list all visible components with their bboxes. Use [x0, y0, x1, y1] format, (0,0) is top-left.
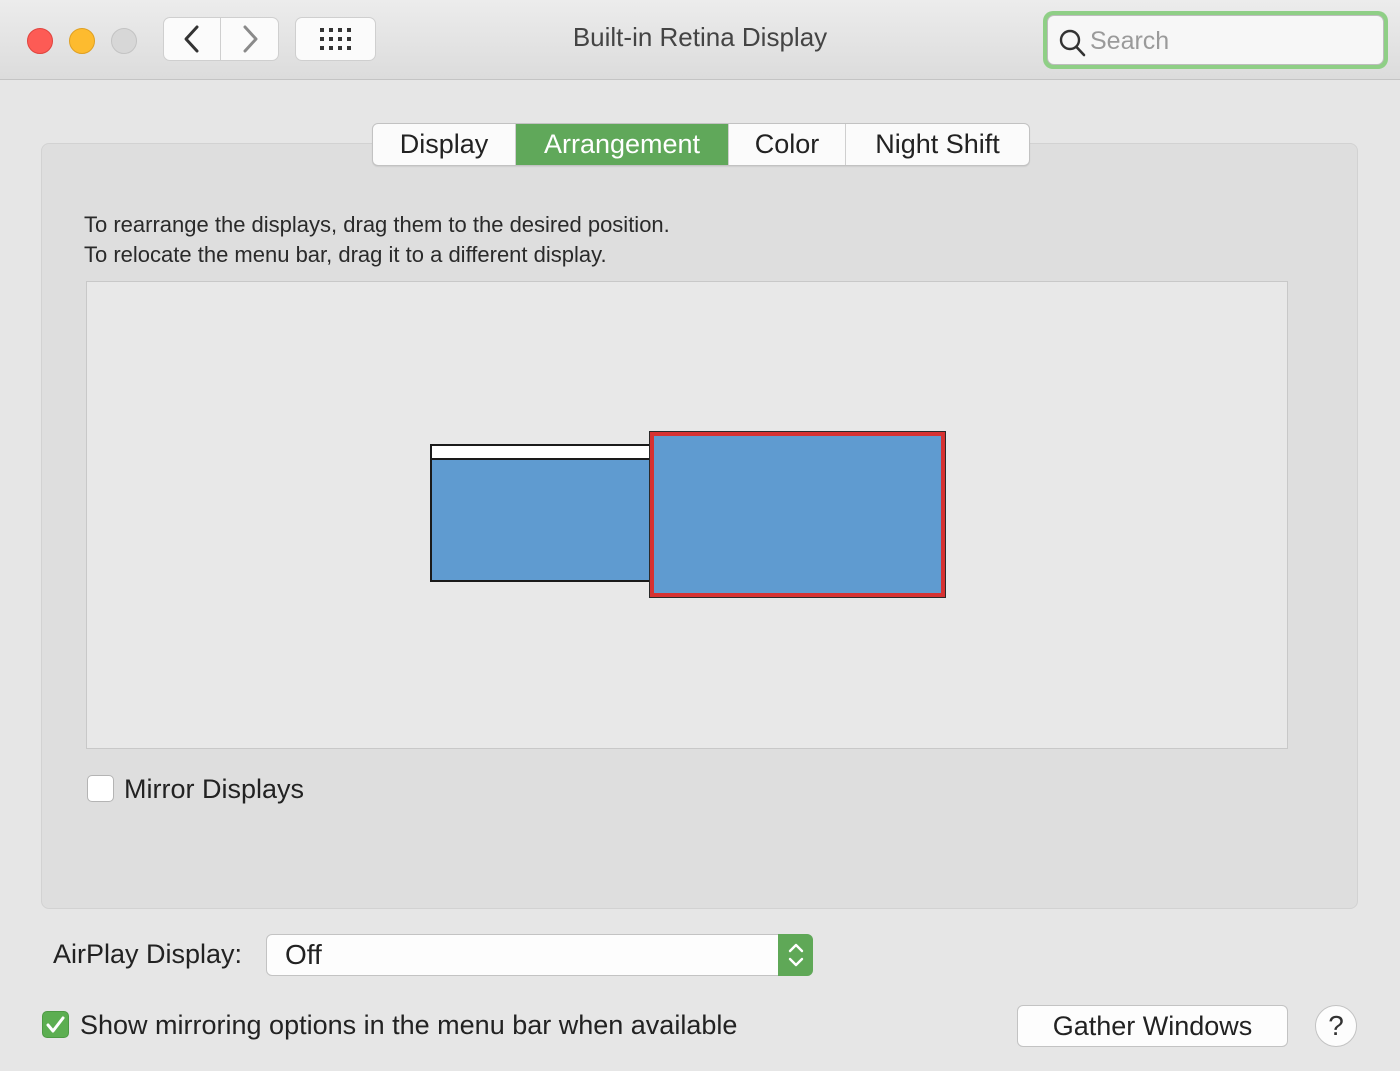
title-bar: Built-in Retina Display — [0, 0, 1400, 80]
checkmark-icon — [46, 1016, 65, 1033]
airplay-display-label: AirPlay Display: — [53, 939, 243, 969]
help-button[interactable]: ? — [1315, 1005, 1357, 1047]
display-left[interactable] — [430, 444, 651, 582]
select-stepper — [778, 934, 813, 976]
up-down-chevron-icon — [788, 943, 803, 967]
chevron-right-icon — [243, 25, 257, 53]
forward-button[interactable] — [221, 17, 279, 61]
airplay-display-value: Off — [285, 939, 322, 970]
airplay-display-select[interactable]: Off — [266, 934, 813, 976]
tab-display[interactable]: Display — [373, 124, 516, 165]
instruction-menu-bar: To relocate the menu bar, drag it to a d… — [84, 242, 607, 267]
search-focus-ring — [1043, 11, 1388, 69]
mirror-displays-label: Mirror Displays — [124, 774, 305, 804]
back-button[interactable] — [163, 17, 221, 61]
mirror-displays-checkbox[interactable] — [87, 775, 114, 802]
tab-arrangement[interactable]: Arrangement — [516, 124, 729, 165]
menu-bar-handle[interactable] — [432, 446, 649, 460]
search-input[interactable] — [1088, 22, 1372, 60]
search-field[interactable] — [1047, 15, 1384, 65]
show-mirroring-checkbox[interactable] — [42, 1011, 69, 1038]
chevron-left-icon — [184, 25, 199, 53]
tab-color[interactable]: Color — [729, 124, 846, 165]
gather-windows-button[interactable]: Gather Windows — [1017, 1005, 1288, 1047]
grid-icon — [319, 28, 351, 50]
zoom-window-button[interactable] — [111, 28, 137, 54]
window-title: Built-in Retina Display — [572, 22, 828, 52]
minimize-window-button[interactable] — [69, 28, 95, 54]
close-window-button[interactable] — [27, 28, 53, 54]
show-all-button[interactable] — [295, 17, 376, 61]
show-mirroring-label: Show mirroring options in the menu bar w… — [80, 1010, 738, 1040]
tab-bar: Display Arrangement Color Night Shift — [372, 123, 1030, 166]
search-icon — [1059, 29, 1086, 57]
display-right-selected[interactable] — [649, 431, 946, 598]
tab-night-shift[interactable]: Night Shift — [846, 124, 1029, 165]
instruction-rearrange: To rearrange the displays, drag them to … — [84, 212, 670, 237]
